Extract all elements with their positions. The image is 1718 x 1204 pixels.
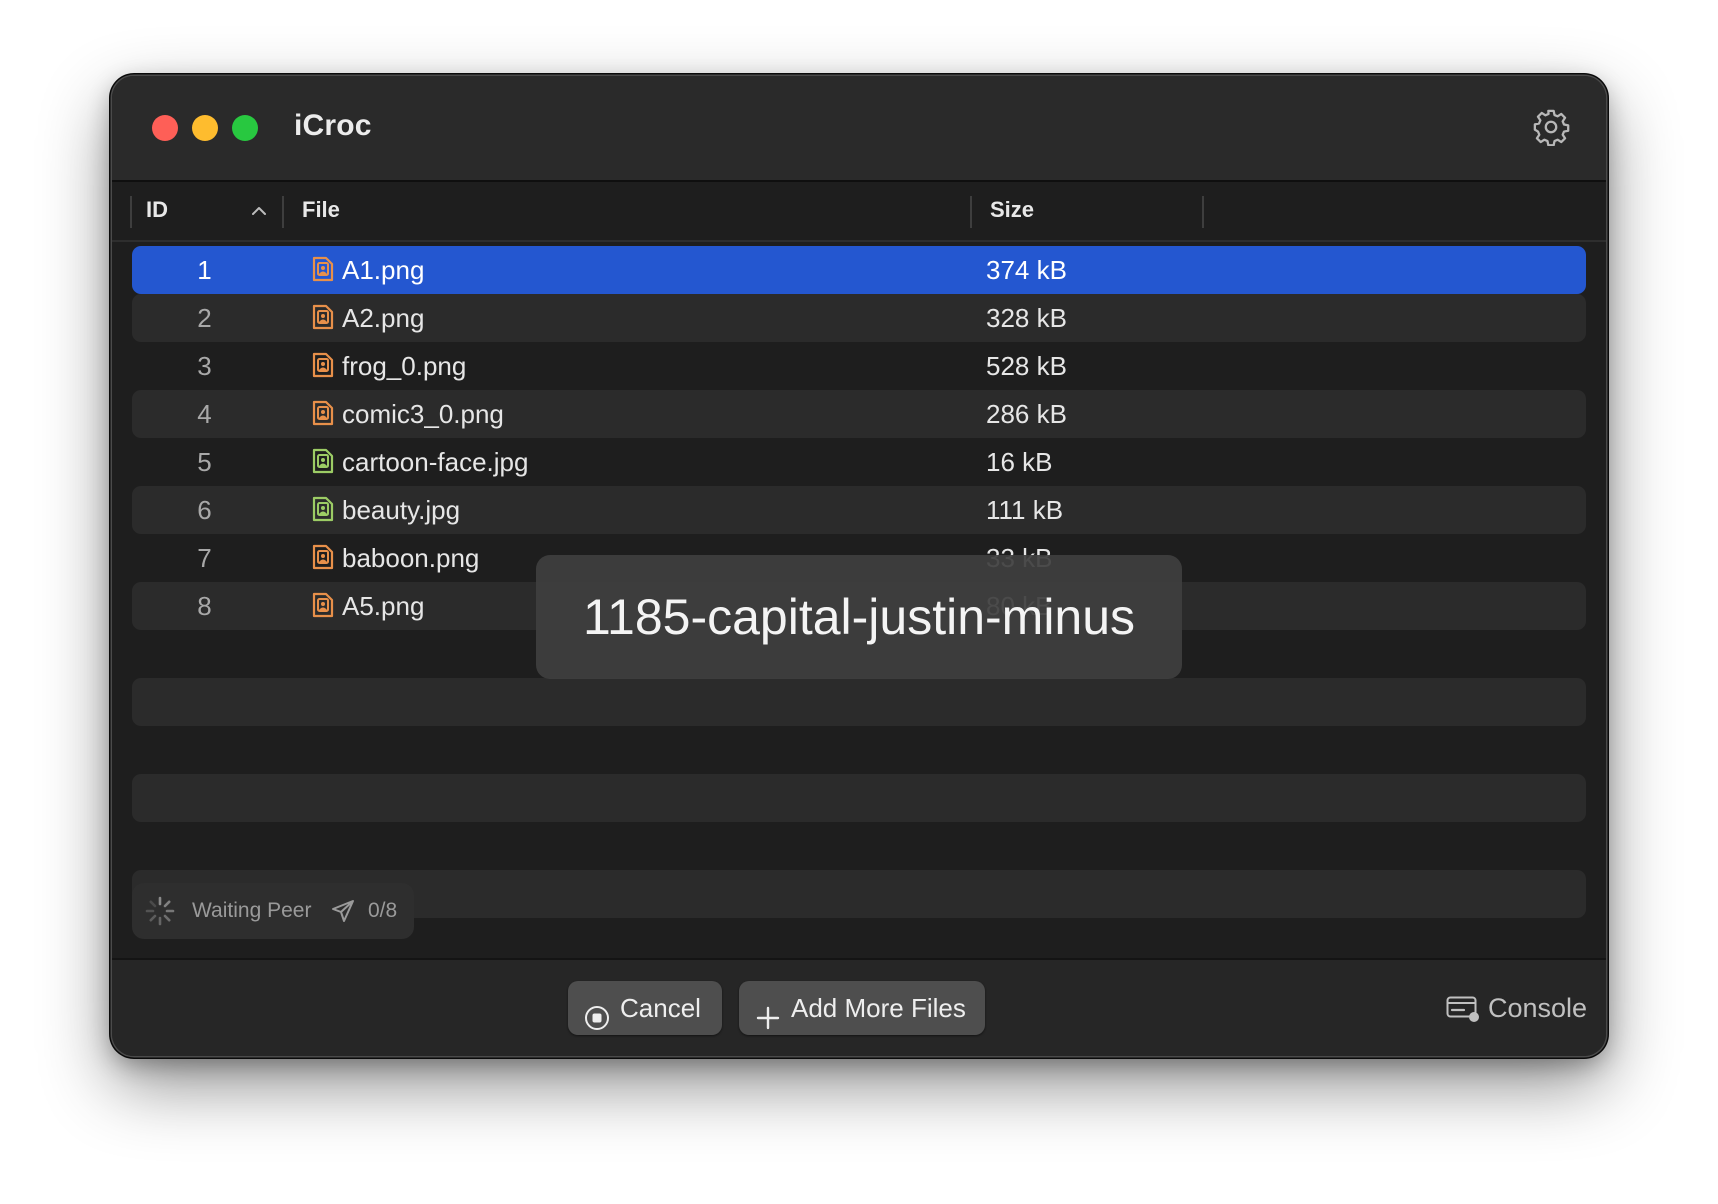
image-file-icon [312, 400, 334, 426]
transfer-count: 0/8 [368, 899, 398, 922]
zoom-window-button[interactable] [232, 115, 258, 141]
empty-row [132, 774, 1586, 822]
cancel-button[interactable]: Cancel [568, 981, 722, 1035]
cancel-label: Cancel [620, 993, 701, 1023]
transfer-code: 1185-capital-justin-minus [582, 589, 1136, 645]
chevron-up-icon[interactable] [250, 202, 268, 220]
file-size: 528 kB [986, 351, 1067, 381]
plus-icon [755, 995, 781, 1030]
row-id: 6 [197, 495, 212, 525]
image-file-icon [312, 448, 334, 474]
file-size: 16 kB [986, 447, 1053, 477]
image-file-icon [312, 304, 334, 330]
row-id: 8 [197, 591, 212, 621]
column-header-size[interactable]: Size [990, 182, 1034, 240]
image-file-icon [312, 352, 334, 378]
table-row[interactable]: 5 cartoon-face.jpg 16 kB [132, 438, 1586, 486]
file-name: beauty.jpg [342, 495, 461, 525]
row-id: 2 [197, 303, 212, 333]
empty-row [132, 678, 1586, 726]
file-name: A5.png [342, 591, 425, 621]
file-size: 328 kB [986, 303, 1067, 333]
column-separator[interactable] [282, 196, 284, 228]
file-size: 374 kB [986, 255, 1067, 285]
console-icon [1446, 994, 1480, 1022]
row-id: 5 [197, 447, 212, 477]
paper-plane-icon [330, 898, 356, 924]
column-header-id[interactable]: ID [146, 182, 168, 240]
row-id: 1 [197, 255, 212, 285]
image-file-icon [312, 544, 334, 570]
row-id: 3 [197, 351, 212, 381]
app-window: iCroc ID File Size 1 A1.png 374 kB 2 A2.png 3… [112, 76, 1606, 1056]
add-more-files-label: Add More Files [791, 993, 966, 1023]
table-row[interactable]: 6 beauty.jpg 111 kB [132, 486, 1586, 534]
gear-icon[interactable] [1532, 108, 1570, 147]
empty-row [132, 822, 1586, 870]
add-more-files-button[interactable]: Add More Files [739, 981, 985, 1035]
empty-row [132, 726, 1586, 774]
title-bar: iCroc [112, 76, 1606, 182]
column-separator [130, 196, 132, 228]
minimize-window-button[interactable] [192, 115, 218, 141]
file-size: 111 kB [986, 495, 1064, 525]
table-row[interactable]: 3 frog_0.png 528 kB [132, 342, 1586, 390]
window-title: iCroc [294, 109, 372, 142]
file-name: A2.png [342, 303, 425, 333]
status-indicator: Waiting Peer 0/8 [132, 883, 414, 939]
file-name: A1.png [342, 255, 425, 285]
column-separator[interactable] [1202, 196, 1204, 228]
column-separator[interactable] [970, 196, 972, 228]
close-window-button[interactable] [152, 115, 178, 141]
table-row[interactable]: 1 A1.png 374 kB [132, 246, 1586, 294]
console-button[interactable]: Console [1446, 988, 1588, 1028]
file-name: cartoon-face.jpg [342, 447, 529, 477]
table-header: ID File Size [112, 182, 1606, 242]
status-text: Waiting Peer [192, 899, 312, 922]
row-id: 4 [197, 399, 212, 429]
stop-circle-icon [584, 995, 610, 1030]
console-label: Console [1488, 993, 1588, 1023]
image-file-icon [312, 256, 334, 282]
row-id: 7 [197, 543, 212, 573]
spinner-icon [144, 895, 176, 927]
file-name: comic3_0.png [342, 399, 504, 429]
file-name: frog_0.png [342, 351, 467, 381]
table-row[interactable]: 2 A2.png 328 kB [132, 294, 1586, 342]
table-row[interactable]: 4 comic3_0.png 286 kB [132, 390, 1586, 438]
file-size: 286 kB [986, 399, 1067, 429]
footer-toolbar: Cancel Add More Files Console [112, 958, 1606, 1056]
code-overlay: 1185-capital-justin-minus [536, 555, 1182, 679]
image-file-icon [312, 496, 334, 522]
file-name: baboon.png [342, 543, 480, 573]
image-file-icon [312, 592, 334, 618]
column-header-file[interactable]: File [302, 182, 340, 240]
